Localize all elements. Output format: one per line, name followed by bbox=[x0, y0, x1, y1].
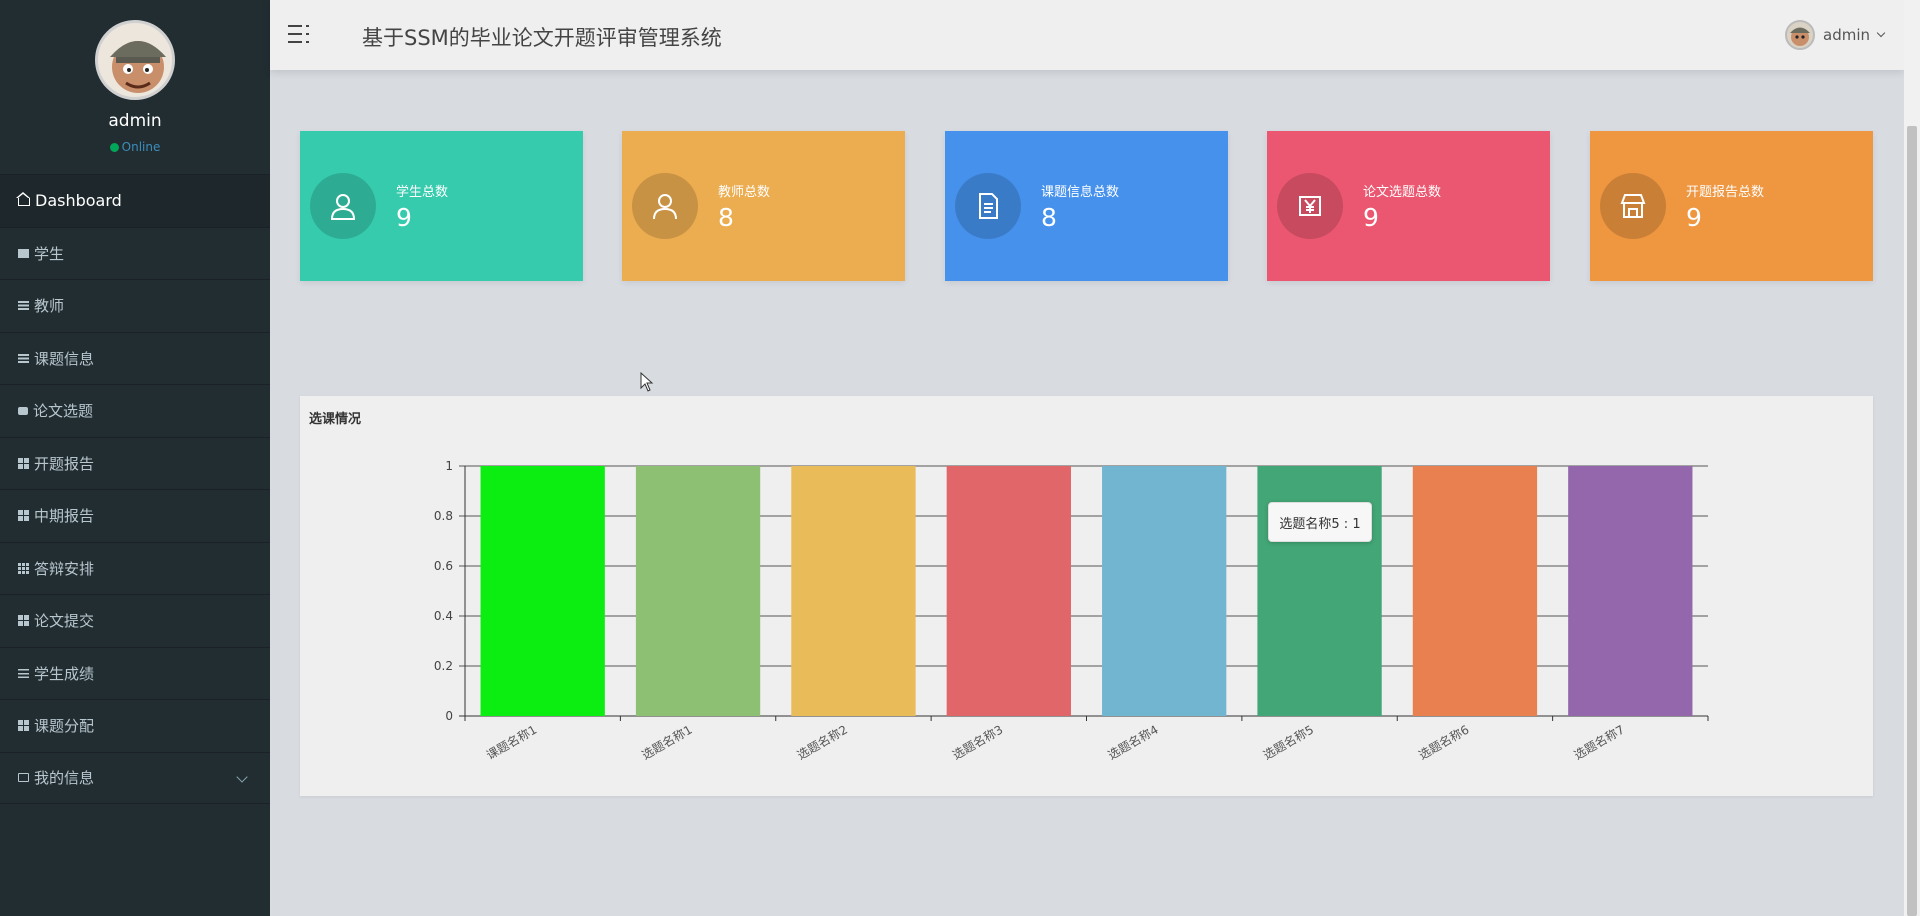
sidebar-item-topic-info[interactable]: 课题信息 bbox=[0, 331, 270, 385]
x-tick-label: 选题名称2 bbox=[794, 722, 850, 763]
chevron-down-icon bbox=[1876, 28, 1886, 38]
user-menu[interactable]: admin bbox=[1785, 20, 1886, 50]
sidebar-item-students[interactable]: 学生 bbox=[0, 226, 270, 280]
avatar bbox=[1785, 20, 1815, 50]
chart-bar bbox=[1412, 466, 1538, 716]
top-header: 基于SSM的毕业论文开题评审管理系统 admin bbox=[270, 0, 1904, 70]
chart-bar bbox=[635, 466, 761, 716]
mouse-cursor-icon bbox=[640, 372, 654, 392]
stat-card-students: 学生总数 9 bbox=[300, 131, 583, 281]
sidebar-item-label: 我的信息 bbox=[34, 769, 95, 788]
grid-icon bbox=[18, 457, 29, 469]
sidebar-item-teachers[interactable]: 教师 bbox=[0, 279, 270, 332]
sidebar-item-label: 答辩安排 bbox=[34, 559, 95, 578]
user-icon bbox=[632, 173, 698, 239]
sidebar-item-midterm-report[interactable]: 中期报告 bbox=[0, 489, 270, 542]
menu-toggle-button[interactable] bbox=[288, 25, 310, 43]
user-status-text: Online bbox=[121, 140, 161, 154]
x-tick-label: 课题名称1 bbox=[484, 722, 540, 763]
chart-bar bbox=[1568, 466, 1693, 716]
user-icon bbox=[310, 173, 376, 239]
grid-icon bbox=[18, 615, 29, 627]
sidebar-item-topic-assignment[interactable]: 课题分配 bbox=[0, 699, 270, 752]
card-icon bbox=[18, 773, 29, 783]
sidebar-item-label: 课题信息 bbox=[34, 349, 95, 368]
stat-value: 8 bbox=[718, 203, 734, 232]
sidebar-item-my-info[interactable]: 我的信息 bbox=[0, 751, 270, 804]
sidebar-item-label: 论文提交 bbox=[34, 612, 95, 631]
sidebar-item-label: 学生成绩 bbox=[34, 664, 95, 683]
y-tick-label: 0 bbox=[445, 709, 453, 723]
stat-label: 学生总数 bbox=[396, 185, 449, 200]
store-icon bbox=[1600, 173, 1666, 239]
chart-bar bbox=[946, 466, 1071, 716]
x-tick-label: 选题名称6 bbox=[1416, 722, 1472, 763]
page-title: 基于SSM的毕业论文开题评审管理系统 bbox=[362, 26, 722, 50]
sidebar-item-proposal-report[interactable]: 开题报告 bbox=[0, 436, 270, 490]
y-tick-label: 0.4 bbox=[434, 609, 453, 623]
y-tick-label: 1 bbox=[445, 459, 453, 473]
stat-card-teachers: 教师总数 8 bbox=[622, 131, 905, 281]
user-name: admin bbox=[108, 111, 162, 131]
grid-icon bbox=[18, 510, 29, 522]
list-icon bbox=[18, 353, 29, 363]
sidebar-item-student-grades[interactable]: 学生成绩 bbox=[0, 646, 270, 700]
bar-chart: 0 0.2 0.4 0.6 0.8 1 课题名称1 选题名称1 选题名称2 选题名称3 选题名称4 选… bbox=[434, 459, 1709, 763]
sidebar-item-label: 论文选题 bbox=[33, 402, 94, 421]
sidebar-item-label: Dashboard bbox=[35, 191, 122, 211]
x-tick-label: 选题名称1 bbox=[639, 722, 695, 763]
sidebar: admin Online Dashboard 学生 教师 课题信息 论文选题 开… bbox=[0, 0, 270, 916]
grid9-icon bbox=[18, 562, 29, 574]
scrollbar[interactable] bbox=[1904, 0, 1920, 916]
chart-tooltip: 选题名称5 : 1 bbox=[1268, 502, 1372, 542]
stat-card-proposal-reports: 开题报告总数 9 bbox=[1590, 131, 1873, 281]
stat-label: 论文选题总数 bbox=[1363, 185, 1442, 200]
stat-value: 9 bbox=[1363, 203, 1379, 232]
list-icon bbox=[18, 301, 29, 311]
stat-label: 开题报告总数 bbox=[1686, 185, 1765, 200]
chart-panel: 选课情况 0 0.2 0.4 0.6 0.8 1 课题名称1 选题名称1 选题名称2 选题名称3 选… bbox=[300, 396, 1873, 796]
stat-card-topics: 课题信息总数 8 bbox=[945, 131, 1228, 281]
chart-bar bbox=[1102, 466, 1227, 716]
chevron-down-icon bbox=[236, 770, 248, 783]
scrollbar-thumb[interactable] bbox=[1907, 126, 1917, 916]
stat-value: 8 bbox=[1041, 203, 1057, 232]
comment-icon bbox=[18, 406, 28, 415]
sliders-icon bbox=[18, 668, 29, 678]
sidebar-item-label: 中期报告 bbox=[34, 507, 95, 526]
sidebar-item-label: 学生 bbox=[34, 244, 65, 263]
header-username: admin bbox=[1823, 26, 1870, 44]
y-tick-label: 0.6 bbox=[434, 559, 453, 573]
sidebar-item-thesis-selection[interactable]: 论文选题 bbox=[0, 384, 270, 437]
x-tick-label: 选题名称7 bbox=[1571, 722, 1627, 763]
online-dot-icon bbox=[109, 143, 119, 152]
user-panel: admin Online bbox=[0, 0, 270, 174]
chart-bar bbox=[480, 466, 605, 716]
sidebar-item-thesis-submission[interactable]: 论文提交 bbox=[0, 594, 270, 647]
stat-card-thesis-selection: 论文选题总数 9 bbox=[1267, 131, 1550, 281]
y-tick-label: 0.8 bbox=[434, 509, 453, 523]
sidebar-item-label: 开题报告 bbox=[34, 454, 95, 473]
sidebar-item-dashboard[interactable]: Dashboard bbox=[0, 174, 270, 227]
sidebar-item-label: 教师 bbox=[34, 297, 65, 316]
sidebar-menu: Dashboard 学生 教师 课题信息 论文选题 开题报告 中期报告 答辩安排… bbox=[0, 174, 270, 804]
sidebar-item-defense-schedule[interactable]: 答辩安排 bbox=[0, 541, 270, 595]
home-icon bbox=[16, 192, 30, 207]
avatar bbox=[95, 20, 175, 100]
x-tick-label: 选题名称5 bbox=[1260, 722, 1316, 763]
x-tick-label: 选题名称3 bbox=[950, 722, 1006, 763]
user-status: Online bbox=[0, 140, 270, 154]
grid-icon bbox=[18, 720, 29, 732]
y-tick-label: 0.2 bbox=[434, 659, 453, 673]
chart-icon bbox=[18, 248, 29, 258]
stat-label: 教师总数 bbox=[718, 185, 771, 200]
chart-bar bbox=[791, 466, 916, 716]
yen-icon bbox=[1277, 173, 1343, 239]
stat-value: 9 bbox=[1686, 203, 1702, 232]
x-tick-label: 选题名称4 bbox=[1105, 722, 1161, 763]
sidebar-item-label: 课题分配 bbox=[34, 717, 95, 736]
stat-value: 9 bbox=[396, 203, 412, 232]
stat-label: 课题信息总数 bbox=[1041, 185, 1120, 200]
document-icon bbox=[955, 173, 1021, 239]
